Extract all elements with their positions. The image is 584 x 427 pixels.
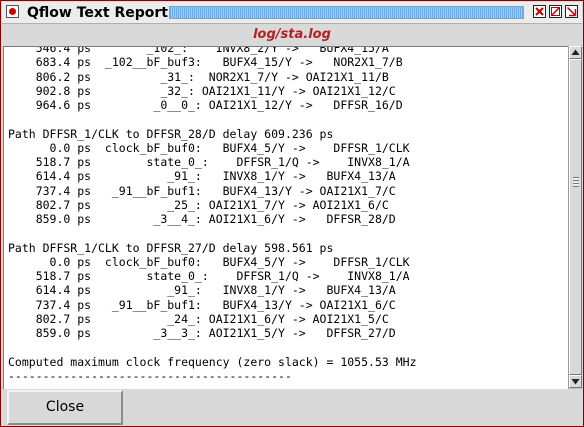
report-line: Path DFFSR_1/CLK to DFFSR_27/D delay 598…	[8, 240, 334, 255]
window-menu-dot	[9, 8, 16, 15]
report-line: 518.7 ps state_0_: DFFSR_1/Q -> INVX8_1/…	[8, 155, 410, 169]
report-line: 614.4 ps _91_: INVX8_1/Y -> BUFX4_13/A	[8, 169, 396, 184]
report-file-label: log/sta.log	[253, 27, 331, 42]
title-bar-stripes[interactable]	[169, 6, 524, 19]
report-line: Path DFFSR_1/CLK to DFFSR_28/D delay 609…	[8, 126, 334, 141]
report-line: ----------------------------------------…	[8, 368, 292, 383]
report-line: 614.4 ps _91_: INVX8_1/Y -> BUFX4_13/A	[8, 283, 396, 298]
report-line: 737.4 ps _91__bF_buf1: BUFX4_13/Y -> OAI…	[8, 183, 396, 198]
report-line: 683.4 ps _102__bF_buf3: BUFX4_15/Y -> NO…	[8, 55, 403, 70]
maximize-icon[interactable]	[549, 5, 562, 18]
report-line: 806.2 ps _31_: NOR2X1_7/Y -> OAI21X1_11/…	[8, 69, 389, 84]
report-text-area[interactable]: 546.4 ps _102_: INVX8_2/Y -> BUFX4_15/A …	[3, 46, 568, 389]
window-title: Qflow Text Report	[27, 5, 168, 21]
scroll-up-arrow-icon[interactable]	[569, 46, 582, 59]
report-line: 902.8 ps _32_: OAI21X1_11/Y -> OAI21X1_1…	[8, 83, 396, 98]
minimize-icon[interactable]	[565, 5, 578, 18]
scroll-down-arrow-icon[interactable]	[569, 375, 582, 388]
report-line: 859.0 ps _3__4_: AOI21X1_6/Y -> DFFSR_28…	[8, 212, 396, 226]
report-window: Qflow Text Report log/sta.log 546.4 ps _…	[0, 0, 584, 427]
report-line: 859.0 ps _3__3_: AOI21X1_5/Y -> DFFSR_27…	[8, 326, 396, 340]
close-button[interactable]: Close	[7, 390, 123, 425]
scrollbar-grip	[573, 177, 579, 187]
report-line: 802.7 ps _24_: OAI21X1_6/Y -> AOI21X1_5/…	[8, 311, 389, 326]
report-line: 802.7 ps _25_: OAI21X1_7/Y -> AOI21X1_6/…	[8, 197, 389, 212]
report-line: 546.4 ps _102_: INVX8_2/Y -> BUFX4_15/A	[8, 46, 389, 55]
report-line: 964.6 ps _0__0_: OAI21X1_12/Y -> DFFSR_1…	[8, 98, 403, 112]
report-text: 546.4 ps _102_: INVX8_2/Y -> BUFX4_15/A …	[4, 46, 417, 383]
close-icon[interactable]	[533, 5, 546, 18]
report-line: 0.0 ps clock_bF_buf0: BUFX4_5/Y -> DFFSR…	[8, 254, 410, 269]
report-line: 737.4 ps _91__bF_buf1: BUFX4_13/Y -> OAI…	[8, 297, 396, 312]
window-menu-icon[interactable]	[6, 5, 19, 18]
scrollbar-thumb[interactable]	[569, 59, 582, 375]
vertical-scrollbar[interactable]	[568, 46, 582, 389]
title-bar[interactable]: Qflow Text Report	[2, 2, 582, 24]
report-line: 518.7 ps state_0_: DFFSR_1/Q -> INVX8_1/…	[8, 269, 410, 283]
report-line: 0.0 ps clock_bF_buf0: BUFX4_5/Y -> DFFSR…	[8, 140, 410, 155]
report-line: Computed maximum clock frequency (zero s…	[8, 354, 417, 369]
